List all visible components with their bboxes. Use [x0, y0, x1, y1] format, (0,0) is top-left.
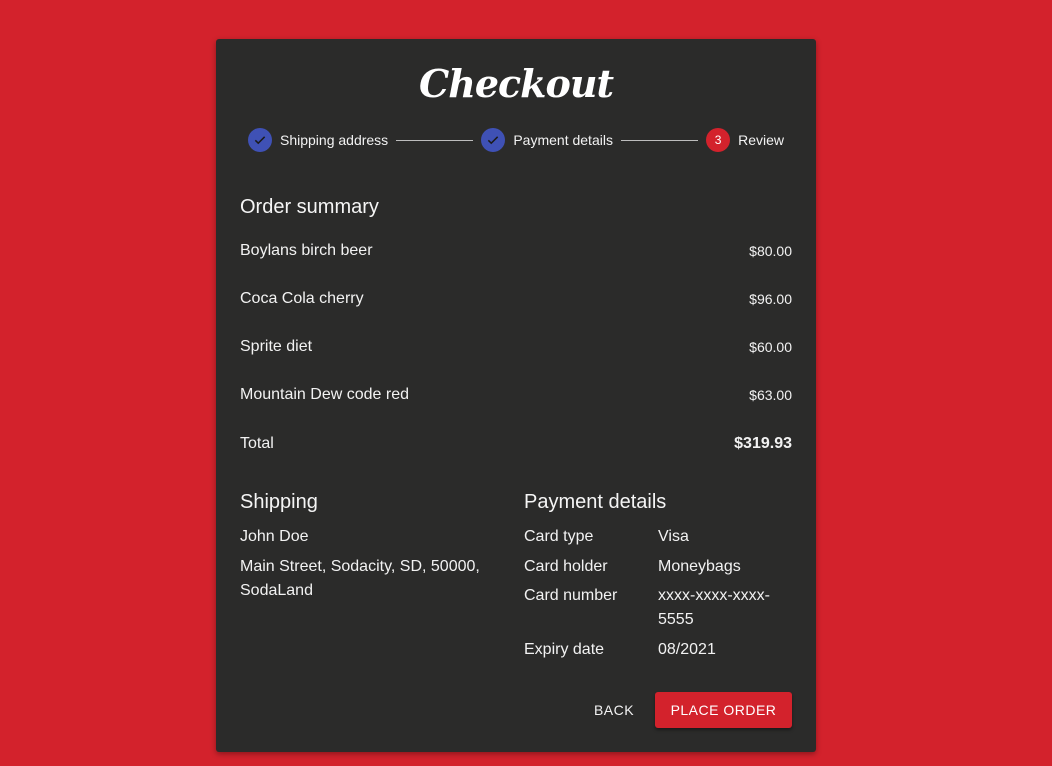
item-price: $80.00: [749, 243, 792, 259]
step-label: Shipping address: [280, 132, 389, 148]
step-connector: [620, 139, 699, 141]
shipping-heading: Shipping: [240, 491, 318, 513]
list-item: Sprite diet $60.00: [240, 338, 792, 356]
card-holder-label: Card holder: [524, 558, 608, 575]
card-type-label: Card type: [524, 528, 594, 545]
list-item: Mountain Dew code red $63.00: [240, 386, 792, 404]
step-number-badge: 3: [706, 128, 731, 152]
place-order-button[interactable]: PLACE ORDER: [655, 692, 792, 728]
check-icon: [248, 128, 272, 152]
shipping-address-line2: SodaLand: [240, 582, 313, 599]
item-name: Sprite diet: [240, 338, 313, 355]
payment-details-heading: Payment details: [524, 491, 667, 513]
page-title: Checkout: [418, 61, 614, 106]
item-price: $63.00: [749, 387, 792, 403]
step-payment-details: Payment details: [481, 128, 613, 152]
item-name: Mountain Dew code red: [240, 386, 409, 403]
shipping-name: John Doe: [240, 528, 309, 545]
card-number-value-line2: 5555: [658, 611, 694, 628]
item-name: Coca Cola cherry: [240, 290, 364, 307]
step-review: 3 Review: [706, 128, 784, 152]
expiry-date-value: 08/2021: [658, 641, 716, 658]
card-number-label: Card number: [524, 587, 618, 604]
item-price: $60.00: [749, 339, 792, 355]
order-summary-heading: Order summary: [240, 196, 379, 218]
total-row: Total $319.93: [240, 435, 792, 453]
step-label: Review: [738, 132, 785, 148]
card-holder-value: Moneybags: [658, 558, 741, 575]
total-label: Total: [240, 435, 274, 452]
step-label: Payment details: [513, 132, 613, 148]
list-item: Boylans birch beer $80.00: [240, 242, 792, 260]
expiry-date-label: Expiry date: [524, 641, 605, 658]
card-type-value: Visa: [658, 528, 689, 545]
total-value: $319.93: [734, 435, 792, 452]
check-icon: [481, 128, 506, 152]
step-connector: [396, 139, 474, 141]
checkout-stepper: Shipping address Payment details 3 Revie…: [248, 128, 784, 152]
checkout-card: Checkout Shipping address Payment detail…: [216, 39, 816, 752]
item-name: Boylans birch beer: [240, 242, 373, 259]
list-item: Coca Cola cherry $96.00: [240, 290, 792, 308]
step-shipping-address: Shipping address: [248, 128, 388, 152]
back-button[interactable]: BACK: [582, 692, 646, 728]
item-price: $96.00: [749, 291, 792, 307]
shipping-address-line1: Main Street, Sodacity, SD, 50000,: [240, 558, 480, 575]
card-number-value-line1: xxxx-xxxx-xxxx-: [658, 587, 770, 604]
